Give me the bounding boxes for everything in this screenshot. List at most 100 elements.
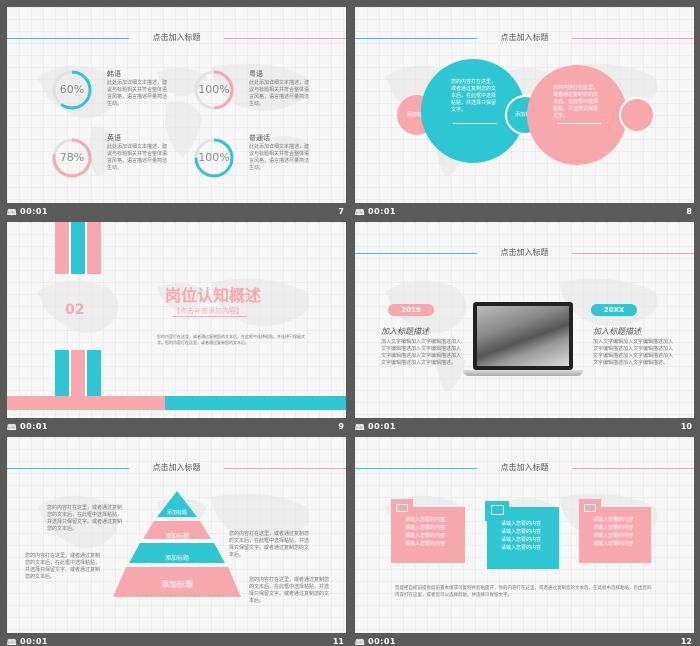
animation-icon: 🕮 bbox=[7, 423, 17, 432]
animation-icon: 🕮 bbox=[7, 638, 17, 646]
animation-icon: 🕮 bbox=[355, 423, 365, 432]
card-line: 请输入您要的内容 bbox=[405, 525, 446, 531]
slide-number: 10 bbox=[680, 422, 692, 431]
card-line: 请输入您要的内容 bbox=[593, 533, 634, 539]
card-2-icon bbox=[491, 505, 504, 515]
year-badge-left: 2019 bbox=[388, 304, 434, 316]
slide-timing: 00:01 bbox=[368, 637, 396, 646]
arrow-line bbox=[557, 123, 601, 124]
slide-number: 8 bbox=[686, 207, 692, 216]
percent-label: 78% bbox=[59, 151, 85, 164]
card-3-icon bbox=[584, 504, 596, 512]
card-3: 请输入您要的内容 请输入您要的内容 请输入您要的内容 请输入您要的内容 bbox=[579, 499, 651, 563]
card-line: 请输入您要的内容 bbox=[405, 517, 446, 523]
header-line-right bbox=[572, 468, 694, 469]
bottom-description: 您能把自提前提亮度前置本组或可复制并剪贴面开，你的内容打在这里，或者通过复制您的… bbox=[395, 586, 652, 598]
big-circle-text: 您的内容打在这里，或者通过复制您的文本后，在此框中选择粘贴，并选择只保留文字。 bbox=[553, 85, 599, 119]
slide-timing: 00:01 bbox=[20, 422, 48, 431]
slide-timing: 00:01 bbox=[20, 637, 48, 646]
card-line: 请输入您要的内容 bbox=[501, 529, 542, 535]
slide-number: 11 bbox=[332, 637, 344, 646]
slide-status-bar: 🕮 00:01 8 bbox=[355, 206, 694, 220]
slide-number: 7 bbox=[338, 207, 344, 216]
slide-status-bar: 🕮 00:01 12 bbox=[355, 636, 694, 646]
card-line: 请输入您要的内容 bbox=[405, 541, 446, 547]
language-label: 粤语 bbox=[249, 70, 263, 78]
slide-status-bar: 🕮 00:01 10 bbox=[355, 421, 694, 435]
slide-canvas: 点击加入标题 60% 韩语 此处添加详细文本描述，建议与标题相关并符合整体语言风… bbox=[7, 7, 346, 203]
slide-canvas: 点击加入标题 2019 20XX 加入标题描述 加入文字编辑加入文字编辑描述加入… bbox=[355, 222, 694, 418]
desc-title-left: 加入标题描述 bbox=[381, 327, 429, 336]
section-description: 您的内容打在这里，或者通过复制您的文本后，在此框中选择粘贴，并选择只保留文字。您… bbox=[157, 334, 305, 345]
card-1: 请输入您要的内容 请输入您要的内容 请输入您要的内容 请输入您要的内容 bbox=[391, 499, 465, 563]
item-description: 此处添加详细文本描述，建议与标题相关并符合整体语言风格，语言描述尽量简洁生动。 bbox=[107, 144, 168, 171]
arrow-line bbox=[453, 123, 497, 124]
card-line: 请输入您要的内容 bbox=[501, 545, 542, 551]
slide-thumbnail-9[interactable]: 02 岗位认知概述 【点击补充添加内容】 您的内容打在这里，或者通过复制您的文本… bbox=[7, 222, 346, 438]
card-2: 请输入您要的内容 请输入您要的内容 请输入您要的内容 请输入您要的内容 bbox=[485, 501, 559, 569]
card-line: 请输入您要的内容 bbox=[501, 521, 542, 527]
language-label: 韩语 bbox=[107, 70, 121, 78]
pyramid-level-3: 添加标题 bbox=[164, 555, 189, 562]
slide-thumbnail-7[interactable]: 点击加入标题 60% 韩语 此处添加详细文本描述，建议与标题相关并符合整体语言风… bbox=[7, 7, 346, 223]
language-label: 英语 bbox=[107, 134, 121, 142]
card-line: 请输入您要的内容 bbox=[593, 541, 634, 547]
section-number: 02 bbox=[65, 302, 85, 318]
slide-canvas: 点击加入标题 请输入您要的内容 请输入您要的内容 请输入您要的内容 请输入您要的… bbox=[355, 437, 694, 633]
laptop-image bbox=[473, 302, 573, 370]
pyramid-level-2: 添加标题 bbox=[164, 533, 189, 540]
stripe-bottom bbox=[55, 350, 101, 396]
animation-icon: 🕮 bbox=[7, 208, 17, 217]
pyramid-text-left-2: 您的内容打在这里，或者通过复制您的文本后，在此框中选择粘贴，并选择只保留文字。或… bbox=[25, 553, 101, 580]
card-line: 请输入您要的内容 bbox=[593, 517, 634, 523]
slide-status-bar: 🕮 00:01 7 bbox=[7, 206, 346, 220]
slide-timing: 00:01 bbox=[20, 207, 48, 216]
slide-thumbnail-12[interactable]: 点击加入标题 请输入您要的内容 请输入您要的内容 请输入您要的内容 请输入您要的… bbox=[355, 437, 694, 646]
header-line-right bbox=[572, 38, 694, 39]
laptop-screen-photo bbox=[477, 306, 569, 366]
slide-number: 9 bbox=[338, 422, 344, 431]
slide-status-bar: 🕮 00:01 11 bbox=[7, 636, 346, 646]
laptop-base bbox=[463, 370, 583, 376]
slide-canvas: 02 岗位认知概述 【点击补充添加内容】 您的内容打在这里，或者通过复制您的文本… bbox=[7, 222, 346, 418]
small-circle-right bbox=[619, 97, 655, 133]
item-description: 此处添加详细文本描述，建议与标题相关并符合整体语言风格，语言描述尽量简洁生动。 bbox=[107, 80, 168, 107]
desc-body-left: 加入文字编辑加入文字编辑描述加入文字编辑描述加入文字编辑描述加入文字编辑描述加入… bbox=[381, 339, 462, 366]
pyramid-level-1: 添加标题 bbox=[166, 510, 187, 516]
desc-body-right: 加入文字编辑加入文字编辑描述加入文字编辑描述加入文字编辑描述加入文字编辑描述加入… bbox=[593, 339, 674, 366]
card-line: 请输入您要的内容 bbox=[405, 533, 446, 539]
percent-label: 100% bbox=[198, 83, 230, 96]
card-1-icon bbox=[396, 504, 408, 512]
card-line: 请输入您要的内容 bbox=[593, 525, 634, 531]
slide-number: 12 bbox=[680, 637, 692, 646]
stripe-top-overlay bbox=[55, 222, 101, 274]
item-description: 此处添加详细文本描述，建议与标题相关并符合整体语言风格，语言描述尽量简洁生动。 bbox=[249, 144, 310, 171]
slide-timing: 00:01 bbox=[368, 207, 396, 216]
card-line: 请输入您要的内容 bbox=[501, 537, 542, 543]
pyramid-text-right-1: 您的内容打在这里，或者通过复制您的文本后，在此框中选择粘贴，并选择只保留文字。或… bbox=[229, 531, 310, 558]
pyramid-text-right-2: 您的内容打在这里，或者通过复制您的文本后，在此框中选择粘贴，并选择只保留文字。或… bbox=[249, 577, 330, 604]
language-label: 普通话 bbox=[249, 134, 270, 142]
subtitle-underline bbox=[173, 316, 247, 317]
big-circle-text: 您的内容打在这里，或者通过复制您的文本后，在此框中选择粘贴，并选择只保留文字。 bbox=[451, 79, 497, 113]
percent-label: 60% bbox=[59, 83, 85, 96]
bottom-bar-teal bbox=[165, 396, 346, 410]
animation-icon: 🕮 bbox=[355, 638, 365, 646]
header-line-right bbox=[224, 468, 346, 469]
slide-thumbnail-8[interactable]: 点击加入标题 添加标题 您的内容打在这里，或者通过复制您的文本后，在此框中选择粘… bbox=[355, 7, 694, 223]
header-line-right bbox=[572, 253, 694, 254]
slide-status-bar: 🕮 00:01 9 bbox=[7, 421, 346, 435]
pyramid-level-4: 添加标题 bbox=[161, 580, 193, 589]
section-title: 岗位认知概述 bbox=[165, 286, 262, 305]
percent-label: 100% bbox=[198, 151, 230, 164]
pyramid-text-left-1: 您的内容打在这里，或者通过复制您的文本后，在此框中选择粘贴，并选择只保留文字。或… bbox=[47, 505, 123, 532]
slide-timing: 00:01 bbox=[368, 422, 396, 431]
item-description: 此处添加详细文本描述，建议与标题相关并符合整体语言风格，语言描述尽量简洁生动。 bbox=[249, 80, 310, 107]
slide-thumbnail-10[interactable]: 点击加入标题 2019 20XX 加入标题描述 加入文字编辑加入文字编辑描述加入… bbox=[355, 222, 694, 438]
bottom-bar-pink bbox=[7, 396, 165, 410]
slide-canvas: 点击加入标题 添加标题 添加标题 添加标题 添加标题 您的内容打在这里，或者通过… bbox=[7, 437, 346, 633]
header-line-right bbox=[224, 38, 346, 39]
slide-canvas: 点击加入标题 添加标题 您的内容打在这里，或者通过复制您的文本后，在此框中选择粘… bbox=[355, 7, 694, 203]
desc-title-right: 加入标题描述 bbox=[593, 327, 641, 336]
slide-thumbnail-11[interactable]: 点击加入标题 添加标题 添加标题 添加标题 添加标题 您的内容打在这里，或者通过… bbox=[7, 437, 346, 646]
